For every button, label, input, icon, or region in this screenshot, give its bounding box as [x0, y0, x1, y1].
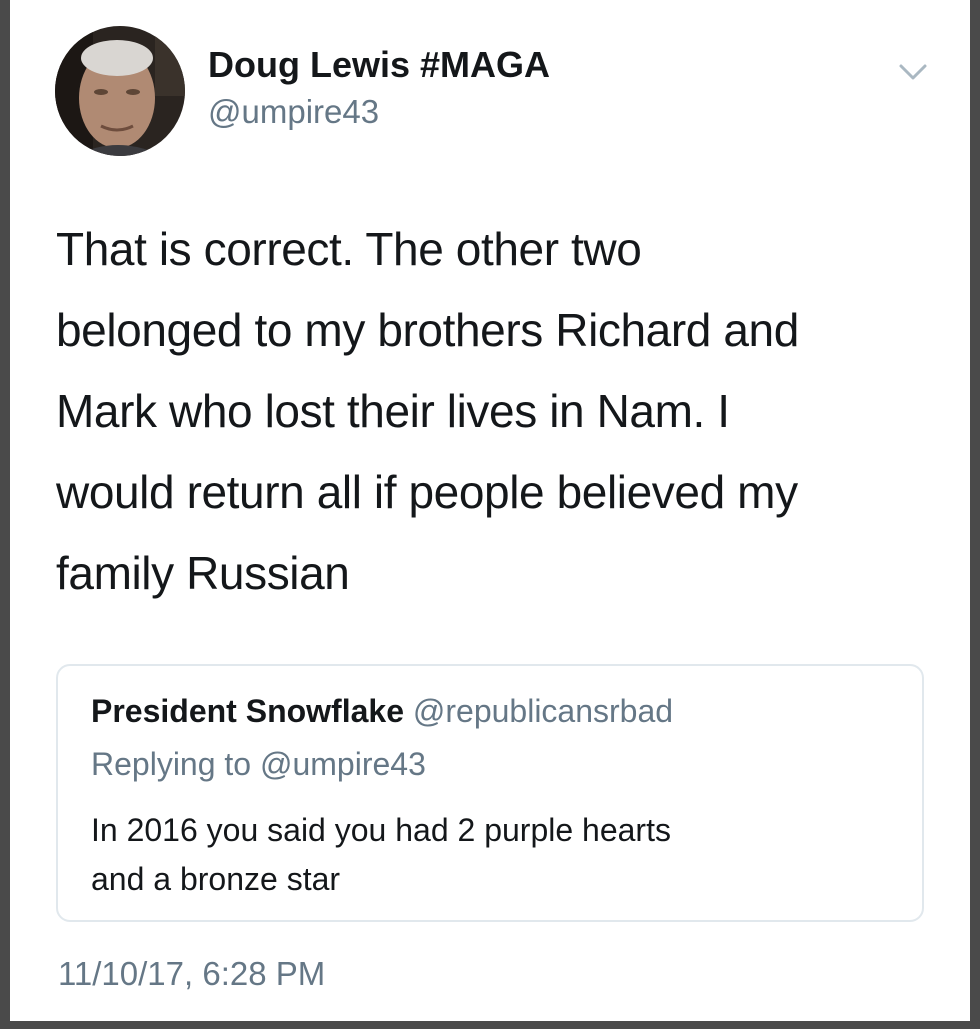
quoted-tweet-text: In 2016 you said you had 2 purple hearts… [91, 812, 671, 897]
quoted-author-name: President Snowflake [91, 693, 404, 729]
tweet-card: Doug Lewis #MAGA @umpire43 That is corre… [10, 0, 970, 1021]
quoted-author-handle: @republicansrbad [412, 693, 674, 729]
author-display-name[interactable]: Doug Lewis #MAGA [208, 44, 550, 86]
tweet-menu-button[interactable] [893, 52, 933, 92]
quoted-tweet-header: President Snowflake @republicansrbad [91, 693, 673, 730]
author-handle[interactable]: @umpire43 [208, 93, 379, 131]
tweet-timestamp[interactable]: 11/10/17, 6:28 PM [58, 955, 325, 993]
tweet-text: That is correct. The other two belonged … [56, 223, 799, 599]
user-avatar-photo-icon [55, 26, 185, 156]
avatar[interactable] [55, 26, 185, 156]
quoted-replying-to: Replying to @umpire43 [91, 746, 426, 782]
chevron-down-icon [899, 64, 927, 80]
quoted-tweet[interactable]: President Snowflake @republicansrbad Rep… [56, 664, 924, 922]
